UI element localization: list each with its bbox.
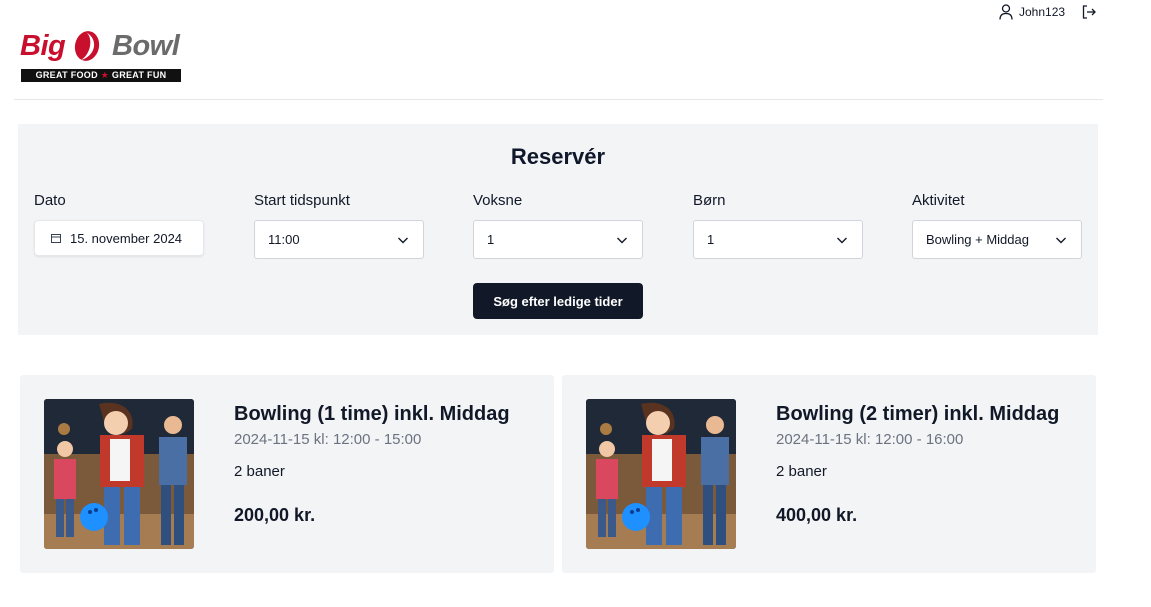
star-icon: ★ bbox=[100, 70, 110, 80]
activity-field: Aktivitet Bowling + Middag bbox=[912, 192, 1082, 259]
logo-tagline: GREAT FOOD ★ GREAT FUN bbox=[21, 69, 181, 82]
chevron-down-icon bbox=[837, 237, 847, 244]
user-icon[interactable] bbox=[999, 4, 1013, 20]
children-label: Børn bbox=[693, 192, 726, 209]
adults-select[interactable]: 1 bbox=[473, 220, 643, 259]
result-time: 2024-11-15 kl: 12:00 - 15:00 bbox=[234, 431, 422, 448]
date-value: 15. november 2024 bbox=[70, 230, 183, 246]
activity-select[interactable]: Bowling + Middag bbox=[912, 220, 1082, 259]
children-field: Børn 1 bbox=[693, 192, 863, 259]
bowling-photo bbox=[586, 399, 736, 549]
result-lanes: 2 baner bbox=[234, 463, 285, 480]
logo-word-big: Big bbox=[20, 30, 66, 62]
children-select[interactable]: 1 bbox=[693, 220, 863, 259]
bowling-photo-illustration bbox=[44, 399, 194, 549]
start-time-select[interactable]: 11:00 bbox=[254, 220, 424, 259]
chevron-down-icon bbox=[617, 237, 627, 244]
result-title: Bowling (2 timer) inkl. Middag bbox=[776, 403, 1060, 425]
header-divider bbox=[14, 99, 1103, 100]
chevron-down-icon bbox=[398, 237, 408, 244]
bowling-photo bbox=[44, 399, 194, 549]
logout-icon[interactable] bbox=[1081, 4, 1097, 20]
result-card[interactable]: Bowling (1 time) inkl. Middag 2024-11-15… bbox=[20, 375, 554, 573]
user-menu: John123 bbox=[999, 3, 1097, 21]
chevron-down-icon bbox=[1056, 237, 1066, 244]
result-lanes: 2 baner bbox=[776, 463, 827, 480]
logo-tagline-right: GREAT FUN bbox=[111, 70, 167, 80]
big-bowl-logo[interactable]: Big Bowl GREAT FOOD ★ GREAT FUN bbox=[20, 28, 182, 84]
adults-field: Voksne 1 bbox=[473, 192, 643, 259]
search-available-times-button[interactable]: Søg efter ledige tider bbox=[473, 283, 643, 319]
header: Big Bowl GREAT FOOD ★ GREAT FUN John123 bbox=[0, 0, 1151, 100]
result-price: 400,00 kr. bbox=[776, 505, 858, 525]
date-label: Dato bbox=[34, 192, 66, 209]
calendar-icon bbox=[51, 234, 61, 243]
reservation-title: Reservér bbox=[510, 144, 606, 169]
adults-label: Voksne bbox=[473, 192, 523, 209]
start-time-label: Start tidspunkt bbox=[254, 192, 350, 209]
date-field: Dato 15. november 2024 bbox=[34, 192, 204, 256]
logo-word-bowl: Bowl bbox=[112, 30, 180, 62]
result-time: 2024-11-15 kl: 12:00 - 16:00 bbox=[776, 431, 964, 448]
result-price: 200,00 kr. bbox=[234, 505, 316, 525]
reservation-panel: Reservér Dato 15. november 2024 Start ti… bbox=[18, 124, 1098, 335]
bowling-photo-illustration bbox=[586, 399, 736, 549]
username[interactable]: John123 bbox=[1019, 5, 1065, 19]
result-card[interactable]: Bowling (2 timer) inkl. Middag 2024-11-1… bbox=[562, 375, 1096, 573]
adults-value: 1 bbox=[487, 232, 495, 247]
activity-value: Bowling + Middag bbox=[926, 232, 1029, 247]
date-picker[interactable]: 15. november 2024 bbox=[34, 220, 204, 256]
bowling-ball-logo-icon bbox=[74, 31, 100, 61]
children-value: 1 bbox=[707, 232, 715, 247]
result-title: Bowling (1 time) inkl. Middag bbox=[234, 403, 510, 425]
logo-tagline-left: GREAT FOOD bbox=[35, 70, 98, 80]
start-time-value: 11:00 bbox=[268, 232, 300, 247]
activity-label: Aktivitet bbox=[912, 192, 965, 209]
start-time-field: Start tidspunkt 11:00 bbox=[254, 192, 424, 259]
